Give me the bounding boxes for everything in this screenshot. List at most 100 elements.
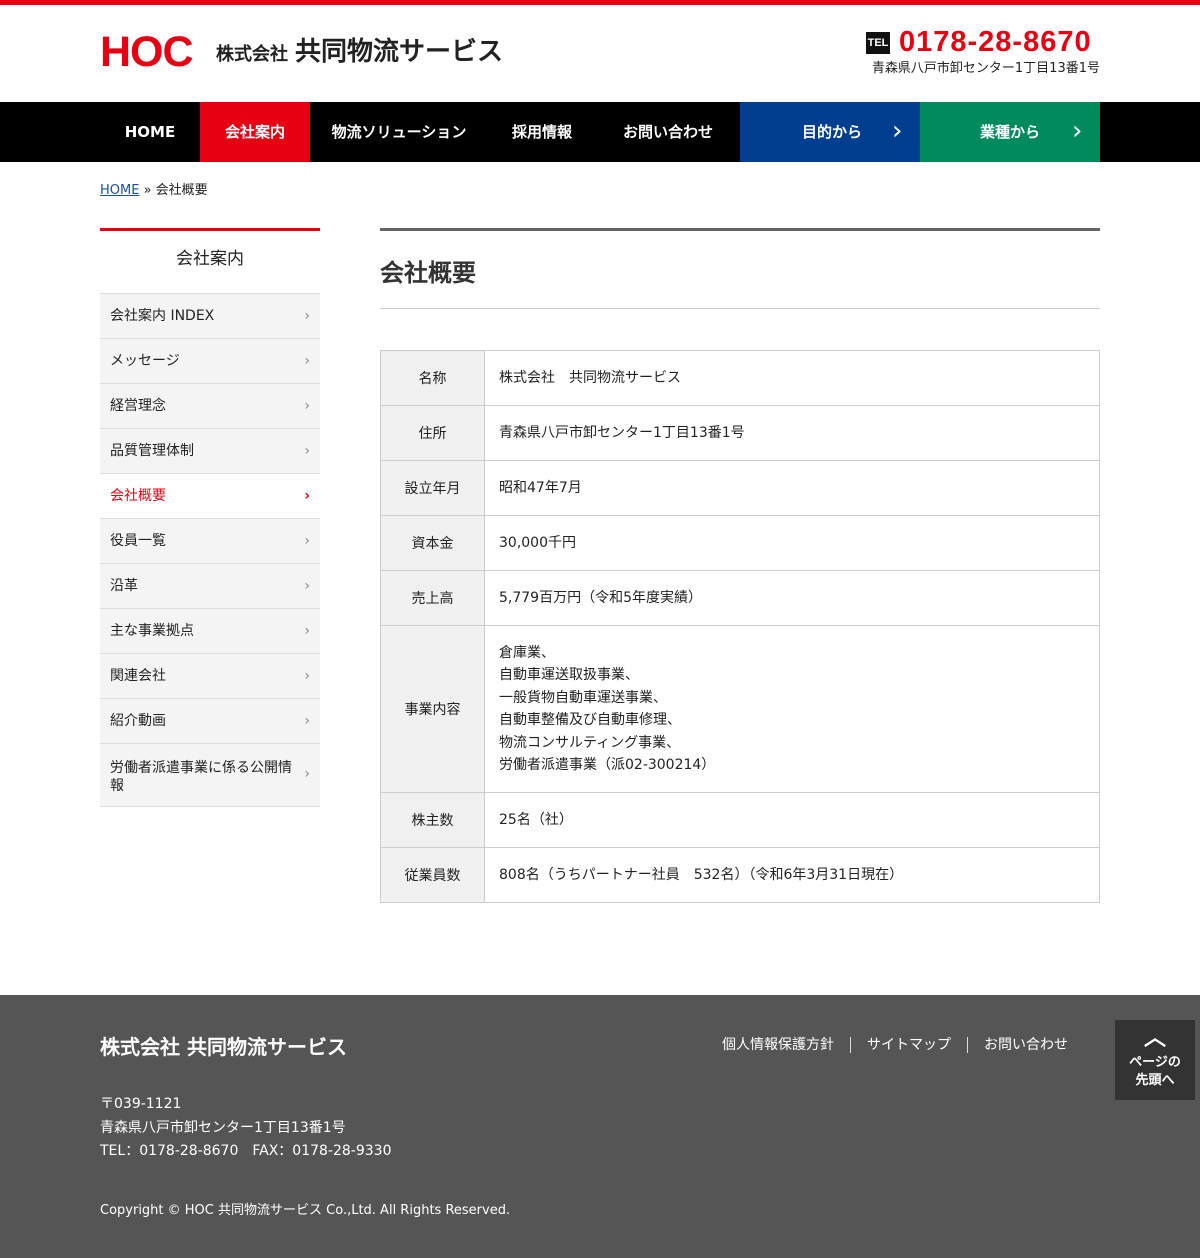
- sidebar-divider: [100, 806, 320, 807]
- row-label: 資本金: [380, 515, 485, 571]
- footer-links: 個人情報保護方針 サイトマップ お問い合わせ: [706, 1035, 1084, 1055]
- tel-icon: TEL: [866, 32, 890, 54]
- nav-logistics-solutions[interactable]: 物流ソリューション: [310, 102, 488, 162]
- row-label: 事業内容: [380, 625, 485, 793]
- sidebar-item-label: 経営理念: [110, 398, 166, 414]
- sidebar-item-index[interactable]: 会社案内 INDEX ›: [100, 293, 320, 338]
- sidebar-item-officers[interactable]: 役員一覧 ›: [100, 518, 320, 563]
- sidebar-item-label: 品質管理体制: [110, 443, 194, 459]
- chevron-right-icon: ›: [1072, 116, 1083, 146]
- breadcrumb-home-link[interactable]: HOME: [100, 183, 139, 198]
- row-value-line: 昭和47年7月: [499, 479, 582, 496]
- sidebar-menu: 会社案内 INDEX › メッセージ › 経営理念 › 品質管理体制 › 会社概要 › 役…: [100, 293, 320, 807]
- footer-link-privacy[interactable]: 個人情報保護方針: [706, 1037, 850, 1053]
- row-value-line: 5,779百万円（令和5年度実績）: [499, 589, 702, 606]
- sidebar-item-philosophy[interactable]: 経営理念 ›: [100, 383, 320, 428]
- site-header: HOC 株式会社 共同物流サービス TEL 0178-28-8670 青森県八戸…: [0, 5, 1200, 102]
- nav-by-industry-label: 業種から: [980, 123, 1041, 141]
- row-value-line: 25名（社）: [499, 811, 573, 828]
- footer-postal: 〒039-1121: [100, 1096, 182, 1112]
- row-label: 従業員数: [380, 847, 485, 903]
- row-label: 売上高: [380, 570, 485, 626]
- row-value-line: 物流コンサルティング事業、: [499, 734, 681, 751]
- table-row: 事業内容 倉庫業、 自動車運送取扱事業、 一般貨物自動車運送事業、 自動車整備及び自動車…: [380, 625, 1100, 793]
- footer-link-sitemap[interactable]: サイトマップ: [850, 1037, 967, 1053]
- footer-company-name: 株式会社 共同物流サービス: [100, 1035, 347, 1059]
- chevron-right-icon: ›: [304, 578, 310, 594]
- sidebar-item-label: 会社概要: [110, 488, 166, 504]
- sidebar-item-label: 紹介動画: [110, 713, 166, 729]
- sidebar-item-overview[interactable]: 会社概要 ›: [100, 473, 320, 518]
- row-value: 株式会社 共同物流サービス: [484, 350, 1100, 406]
- logo-mark[interactable]: HOC: [100, 31, 194, 74]
- footer-contact: TEL：0178-28-8670 FAX：0178-28-9330: [100, 1143, 392, 1159]
- sidebar-title: 会社案内: [100, 228, 320, 293]
- title-top-rule: [380, 228, 1100, 231]
- chevron-right-icon: ›: [304, 668, 310, 684]
- row-value-line: 808名（うちパートナー社員 532名）（令和6年3月31日現在）: [499, 866, 904, 883]
- row-value-line: 株式会社 共同物流サービス: [499, 369, 681, 386]
- sidebar-item-label: 沿革: [110, 578, 138, 594]
- logo-company-type[interactable]: 株式会社: [216, 45, 288, 65]
- nav-by-purpose[interactable]: 目的から ›: [740, 102, 920, 162]
- sidebar-item-bases[interactable]: 主な事業拠点 ›: [100, 608, 320, 653]
- chevron-right-icon: ›: [304, 533, 310, 549]
- row-value-line: 30,000千円: [499, 534, 576, 551]
- logo-company-name[interactable]: 共同物流サービス: [295, 37, 503, 67]
- footer-link-contact[interactable]: お問い合わせ: [967, 1037, 1084, 1053]
- nav-recruit[interactable]: 採用情報: [488, 102, 596, 162]
- row-label: 株主数: [380, 792, 485, 848]
- company-overview-table: 名称 株式会社 共同物流サービス 住所 青森県八戸市卸センター1丁目13番1号 設立年月…: [380, 350, 1100, 903]
- site-footer: 株式会社 共同物流サービス 個人情報保護方針 サイトマップ お問い合わせ 〒039-…: [0, 995, 1200, 1258]
- row-value: 25名（社）: [484, 792, 1100, 848]
- footer-copyright: Copyright © HOC 共同物流サービス Co.,Ltd. All Ri…: [100, 1203, 511, 1218]
- row-value: 昭和47年7月: [484, 460, 1100, 516]
- row-value-line: 労働者派遣事業（派02-300214）: [499, 757, 716, 773]
- table-row: 従業員数 808名（うちパートナー社員 532名）（令和6年3月31日現在）: [380, 847, 1100, 903]
- nav-contact[interactable]: お問い合わせ: [596, 102, 740, 162]
- sidebar-item-label: メッセージ: [110, 353, 180, 369]
- row-value-line: 青森県八戸市卸センター1丁目13番1号: [499, 424, 745, 441]
- row-value: 808名（うちパートナー社員 532名）（令和6年3月31日現在）: [484, 847, 1100, 903]
- chevron-right-icon: ›: [304, 398, 310, 414]
- nav-by-purpose-label: 目的から: [802, 123, 863, 141]
- chevron-right-icon: ›: [304, 623, 310, 639]
- page-top-button[interactable]: ︿ ページの 先頭へ: [1115, 1020, 1195, 1100]
- sidebar-item-message[interactable]: メッセージ ›: [100, 338, 320, 383]
- sidebar-item-quality[interactable]: 品質管理体制 ›: [100, 428, 320, 473]
- chevron-right-icon: ›: [304, 488, 310, 504]
- chevron-right-icon: ›: [892, 116, 903, 146]
- row-label: 住所: [380, 405, 485, 461]
- header-tel-number[interactable]: 0178-28-8670: [899, 25, 1092, 59]
- sidebar-item-video[interactable]: 紹介動画 ›: [100, 698, 320, 743]
- sidebar-item-affiliates[interactable]: 関連会社 ›: [100, 653, 320, 698]
- sidebar-item-history[interactable]: 沿革 ›: [100, 563, 320, 608]
- chevron-right-icon: ›: [304, 353, 310, 369]
- row-value-line: 一般貨物自動車運送事業、: [499, 689, 667, 706]
- breadcrumb-current: 会社概要: [155, 183, 208, 198]
- footer-address: 青森県八戸市卸センター1丁目13番1号: [100, 1119, 346, 1136]
- chevron-right-icon: ›: [304, 766, 310, 782]
- breadcrumb: HOME » 会社概要: [100, 182, 208, 200]
- table-row: 株主数 25名（社）: [380, 792, 1100, 848]
- chevron-right-icon: ›: [304, 443, 310, 459]
- chevron-right-icon: ›: [304, 713, 310, 729]
- row-value: 30,000千円: [484, 515, 1100, 571]
- chevron-right-icon: ›: [304, 308, 310, 324]
- global-nav: HOME 会社案内 物流ソリューション 採用情報 お問い合わせ 目的から › 業…: [0, 102, 1200, 162]
- sidebar-item-label: 関連会社: [110, 668, 166, 684]
- nav-company[interactable]: 会社案内: [200, 102, 310, 162]
- nav-by-industry[interactable]: 業種から ›: [920, 102, 1100, 162]
- breadcrumb-separator: »: [139, 183, 156, 198]
- row-value: 倉庫業、 自動車運送取扱事業、 一般貨物自動車運送事業、 自動車整備及び自動車修理、物…: [484, 625, 1100, 793]
- row-value-line: 自動車運送取扱事業、: [499, 667, 639, 683]
- table-row: 名称 株式会社 共同物流サービス: [380, 350, 1100, 406]
- nav-home[interactable]: HOME: [100, 102, 200, 162]
- page-top-label-2: 先頭へ: [1135, 1073, 1175, 1088]
- table-row: 資本金 30,000千円: [380, 515, 1100, 571]
- sidebar-item-label: 労働者派遣事業に係る公開情報: [110, 760, 292, 794]
- row-value: 青森県八戸市卸センター1丁目13番1号: [484, 405, 1100, 461]
- sidebar-item-dispatch-info[interactable]: 労働者派遣事業に係る公開情報 ›: [100, 743, 320, 806]
- title-bottom-rule: [380, 308, 1100, 309]
- page-top-label-1: ページの: [1129, 1055, 1181, 1070]
